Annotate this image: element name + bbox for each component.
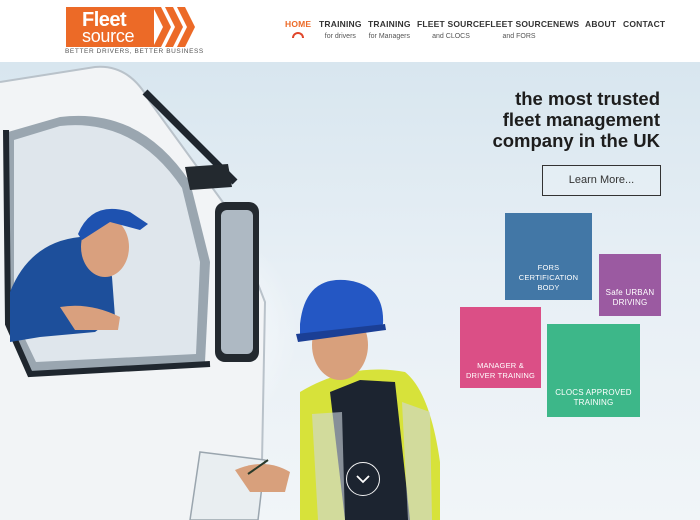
nav-training-drivers-label: TRAINING [319,19,362,29]
nav-contact-label: CONTACT [623,19,666,29]
headline-line-3: company in the UK [492,130,660,151]
logo-word-source: source [82,26,135,46]
nav-training-drivers[interactable]: TRAINING for drivers [319,19,362,42]
tile-clocs-approved-training[interactable]: CLOCS APPROVED TRAINING [547,324,640,417]
nav-training-drivers-sub: for drivers [324,33,356,40]
nav-about[interactable]: ABOUT [585,19,616,30]
scroll-down-button[interactable] [346,462,380,496]
nav-fleet-source-fors-label: FLEET SOURCE [485,19,554,29]
tile-safe-label: Safe URBAN DRIVING [605,288,655,307]
tile-fors-label: FORS CERTIFICATION BODY [518,263,579,292]
nav-home[interactable]: HOME [285,19,311,38]
tile-clocs-label: CLOCS APPROVED TRAINING [555,388,632,407]
tile-manager-driver-training[interactable]: MANAGER & DRIVER TRAINING [460,307,541,388]
nav-about-label: ABOUT [585,19,617,29]
learn-more-button[interactable]: Learn More... [542,165,661,196]
tile-safe-urban-driving[interactable]: Safe URBAN DRIVING [599,254,661,316]
nav-fleet-source-fors-sub: and FORS [502,33,536,40]
tile-fors-certification[interactable]: FORS CERTIFICATION BODY [505,213,592,300]
nav-training-managers[interactable]: TRAINING for Managers [368,19,411,42]
nav-active-indicator [292,32,305,38]
nav-news-label: NEWS [553,19,580,29]
hero-banner: the most trusted fleet management compan… [0,62,700,520]
nav-fleet-source-clocs-sub: and CLOCS [432,33,470,40]
nav-fleet-source-clocs[interactable]: FLEET SOURCE and CLOCS [417,19,485,42]
hero-headline: the most trusted fleet management compan… [492,88,660,151]
nav-news[interactable]: NEWS [553,19,579,30]
chevron-down-icon [356,475,370,484]
logo-chevrons-icon [153,7,195,47]
nav-training-managers-label: TRAINING [368,19,411,29]
site-logo[interactable]: Fleet source BETTER DRIVERS, BETTER BUSI… [63,6,203,58]
nav-home-label: HOME [285,19,312,29]
headline-line-2: fleet management [502,109,660,130]
nav-fleet-source-clocs-label: FLEET SOURCE [417,19,486,29]
nav-contact[interactable]: CONTACT [623,19,665,30]
logo-box: Fleet source [66,7,154,47]
site-header: Fleet source BETTER DRIVERS, BETTER BUSI… [0,0,700,62]
tile-manager-label: MANAGER & DRIVER TRAINING [465,361,536,380]
headline-line-1: the most trusted [515,88,660,109]
nav-fleet-source-fors[interactable]: FLEET SOURCE and FORS [485,19,553,42]
logo-tagline: BETTER DRIVERS, BETTER BUSINESS [65,48,204,55]
nav-training-managers-sub: for Managers [368,33,410,40]
